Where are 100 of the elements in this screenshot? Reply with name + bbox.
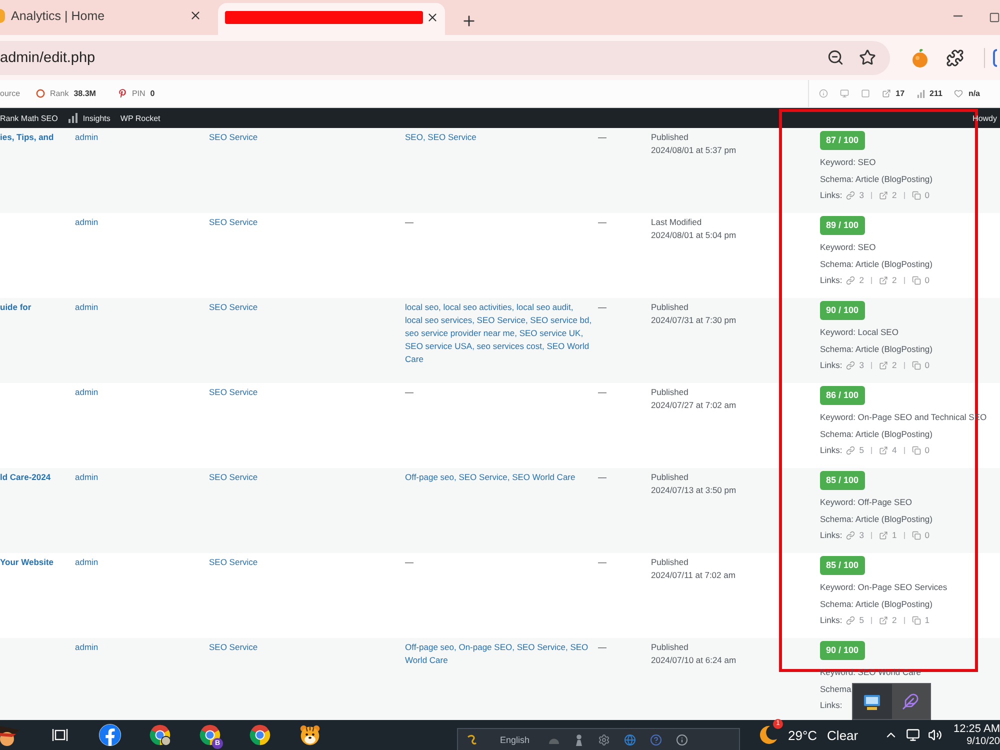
feather-icon[interactable]	[902, 693, 920, 710]
links-label: Links:	[820, 699, 842, 712]
category-link[interactable]: SEO Service	[209, 217, 258, 227]
dash-text: —	[405, 556, 414, 569]
author-link[interactable]: admin	[75, 472, 98, 482]
ring-icon	[36, 89, 46, 98]
figure-icon[interactable]	[574, 734, 584, 746]
weather-condition-text[interactable]: Clear	[827, 728, 858, 742]
chrome-icon[interactable]	[199, 724, 221, 746]
schema-text: Schema: Article (BlogPosting)	[820, 172, 932, 186]
admin-bar-link[interactable]: WP Rocket	[120, 114, 160, 122]
tag-links[interactable]: Off-page seo, SEO Service, SEO World Care	[405, 471, 576, 484]
date-text: 2024/07/11 at 7:02 am	[651, 569, 736, 582]
clock-time[interactable]: 12:25 AM	[954, 722, 1000, 736]
category-link[interactable]: SEO Service	[209, 132, 258, 142]
address-field[interactable]: admin/edit.php	[0, 40, 890, 74]
settings-icon[interactable]	[598, 734, 610, 746]
tiger-icon[interactable]	[299, 724, 321, 746]
link-count: 2	[892, 274, 897, 287]
date-text: 2024/07/10 at 6:24 am	[651, 654, 738, 667]
category-link[interactable]: SEO Service	[209, 642, 258, 652]
stacked-boxes-icon	[912, 190, 921, 200]
stacked-boxes-icon	[912, 530, 921, 540]
link-count: 1	[892, 529, 897, 542]
external-link-icon	[878, 190, 888, 200]
author-link[interactable]: admin	[75, 132, 98, 142]
language-label[interactable]: English	[500, 734, 530, 744]
dash-text: —	[598, 302, 606, 312]
score-badge: 89 / 100	[820, 216, 865, 235]
tag-links[interactable]: SEO, SEO Service	[405, 131, 476, 144]
links-label: Links:	[820, 614, 842, 627]
admin-bar-link[interactable]: Rank Math SEO	[0, 114, 58, 122]
link-icon	[846, 616, 856, 625]
zoom-out-icon[interactable]	[827, 49, 844, 66]
facebook-icon[interactable]	[99, 724, 121, 746]
post-title-link[interactable]: ld Care-2024	[0, 472, 51, 482]
post-title-link[interactable]: Your Website	[0, 557, 54, 567]
monitor-icon[interactable]	[863, 692, 882, 710]
bar-chart-icon	[68, 113, 78, 123]
schema-text: Schema	[820, 682, 852, 696]
squiggle-icon[interactable]	[466, 734, 478, 746]
new-tab-icon[interactable]	[461, 13, 477, 29]
author-link[interactable]: admin	[75, 387, 98, 397]
author-link[interactable]: admin	[75, 642, 98, 652]
date-text: 2024/07/27 at 7:02 am	[651, 399, 738, 412]
post-title-link[interactable]: uide for	[0, 302, 32, 312]
category-link[interactable]: SEO Service	[209, 302, 258, 312]
info-icon[interactable]	[676, 734, 688, 746]
author-link[interactable]: admin	[75, 302, 98, 312]
external-link-icon	[878, 276, 888, 285]
schema-text: Schema: Article (BlogPosting)	[820, 342, 932, 356]
dash-text: —	[598, 387, 606, 397]
author-link[interactable]: admin	[75, 217, 98, 227]
clock-date[interactable]: 9/10/20	[966, 736, 1000, 748]
post-title-link[interactable]: ies, Tips, and	[0, 132, 54, 142]
close-icon[interactable]	[189, 9, 202, 22]
task-view-icon[interactable]	[52, 728, 68, 742]
moon-icon[interactable]	[758, 725, 778, 745]
close-icon[interactable]	[426, 10, 439, 24]
star-icon[interactable]	[859, 49, 876, 66]
keyword-text: Keyword: SEO	[820, 156, 876, 169]
link-count: 2	[892, 614, 897, 627]
tag-links[interactable]: Off-page seo, On-page SEO, SEO Service, SEO World Care	[405, 641, 592, 667]
stacked-boxes-icon	[912, 616, 921, 625]
globe-icon[interactable]	[624, 734, 636, 746]
stat-value: 211	[930, 89, 942, 98]
dash-text: —	[598, 217, 606, 227]
date-text: 2024/08/01 at 5:37 pm	[651, 144, 738, 157]
link-icon	[846, 276, 856, 285]
author-link[interactable]: admin	[75, 557, 98, 567]
stacked-boxes-icon	[912, 446, 921, 455]
language-bar[interactable]: English	[457, 728, 740, 750]
restore-icon[interactable]	[989, 12, 1000, 23]
profile-icon[interactable]	[993, 48, 997, 66]
category-link[interactable]: SEO Service	[209, 472, 258, 482]
category-link[interactable]: SEO Service	[209, 387, 258, 397]
stat-value: 0	[150, 89, 155, 98]
status-text: Published	[651, 301, 690, 314]
character-icon[interactable]	[0, 724, 20, 746]
status-text: Published	[651, 131, 690, 144]
date-text: 2024/07/13 at 3:50 pm	[651, 484, 738, 497]
category-link[interactable]: SEO Service	[209, 557, 258, 567]
score-badge: 86 / 100	[820, 386, 865, 405]
score-badge: 85 / 100	[820, 471, 865, 490]
link-count: 0	[924, 189, 930, 202]
status-text: Published	[651, 556, 690, 569]
browser-tab[interactable]	[218, 3, 445, 35]
link-icon	[846, 190, 856, 200]
extensions-icon[interactable]	[946, 48, 964, 66]
tag-links[interactable]: local seo, local seo activities, local seo audit, local seo services, SEO Service, SEO service bd, seo service provider near me, SEO service UK, SEO service USA, seo services cost, SEO World Care	[405, 301, 592, 366]
admin-bar-link[interactable]: Insights	[82, 114, 110, 122]
help-icon[interactable]	[650, 734, 662, 746]
temperature-text[interactable]: 29°C	[788, 728, 818, 742]
volume-icon[interactable]	[928, 728, 942, 742]
network-icon[interactable]	[906, 728, 920, 742]
schema-text: Schema: Article (BlogPosting)	[820, 258, 932, 271]
chrome-icon[interactable]	[149, 724, 171, 746]
status-text: Published	[651, 471, 690, 484]
dash-text: —	[405, 386, 414, 399]
chrome-icon[interactable]	[249, 724, 271, 746]
